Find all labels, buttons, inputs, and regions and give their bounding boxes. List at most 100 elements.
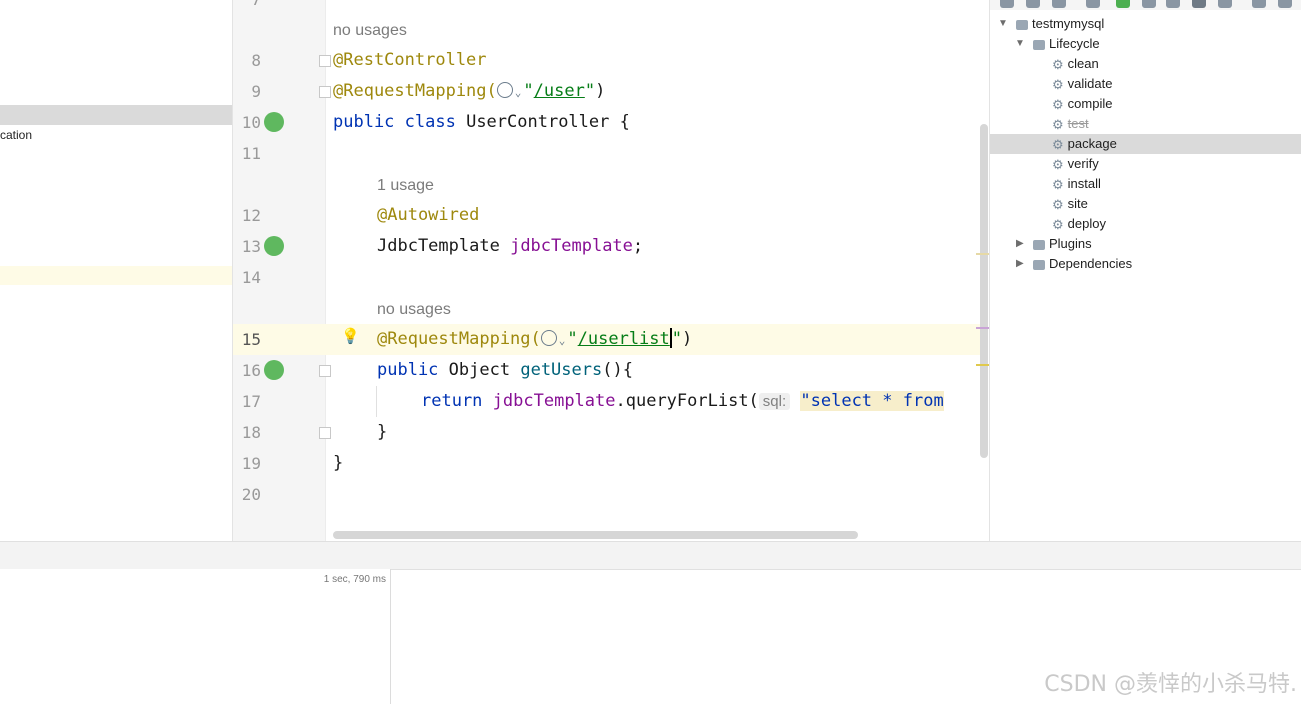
chevron-down-icon[interactable]: ▼ [1015,34,1025,54]
keyword: return [421,391,483,411]
usages-hint[interactable]: no usages [377,294,451,325]
code-line-18[interactable]: } [377,417,387,448]
add-icon[interactable] [1026,0,1040,8]
editor-horizontal-scrollbar[interactable] [333,531,858,539]
line-number: 14 [241,268,261,287]
gear-icon: ⚙ [1052,176,1064,192]
fold-marker-icon[interactable] [319,86,331,98]
lightning-icon[interactable] [1166,0,1180,8]
goal-label: test [1067,116,1089,131]
paren: ) [595,81,606,101]
code-line-19[interactable]: } [333,448,343,479]
annotation: @RequestMapping( [377,329,541,349]
quote: " [584,81,596,101]
chevron-right-icon[interactable]: ▶ [1016,254,1024,274]
reload-icon[interactable] [1000,0,1014,8]
line-number: 8 [251,51,261,70]
goal-label: package [1067,136,1117,151]
run-panel-header [0,541,1301,570]
gear-icon: ⚙ [1052,156,1064,172]
code-line-17[interactable]: return jdbcTemplate.queryForList(sql: "s… [421,386,944,417]
gear-icon: ⚙ [1052,96,1064,112]
project-tree-item[interactable]: cation [0,128,32,142]
code-line-15[interactable]: @RequestMapping(⌄ "/userlist ") [377,324,692,355]
run-icon[interactable] [1116,0,1130,8]
toggle-icon[interactable] [1142,0,1156,8]
show-dependencies-icon[interactable] [1252,0,1266,8]
goal-label: site [1067,196,1088,211]
line-number: 7 [233,0,261,15]
goal-label: install [1067,176,1101,191]
maven-selected-row[interactable] [990,134,1301,154]
chevron-right-icon[interactable]: ▶ [1016,234,1024,254]
spring-endpoint-icon[interactable] [264,360,284,380]
fold-marker-icon[interactable] [319,427,331,439]
maven-goal-compile[interactable]: ⚙ compile [1052,94,1112,114]
maven-goal-install[interactable]: ⚙ install [1052,174,1101,194]
error-stripe-marker[interactable] [976,364,989,366]
maven-goal-verify[interactable]: ⚙ verify [1052,154,1099,174]
line-number: 19 [241,454,261,473]
fold-marker-icon[interactable] [319,365,331,377]
maven-goal-validate[interactable]: ⚙ validate [1052,74,1112,94]
type-name: Object [448,360,511,380]
spring-autowired-icon[interactable] [264,236,284,256]
line-number: 9 [251,82,261,101]
method-call: .queryForList( [615,391,759,411]
line-number: 20 [241,485,261,504]
maven-plugins[interactable]: Plugins [1033,234,1092,254]
annotation: @RequestMapping( [333,81,497,101]
usages-hint[interactable]: 1 usage [377,170,434,201]
maven-project[interactable]: testmymysql [1016,14,1104,34]
type-name: JdbcTemplate [377,236,500,256]
maven-goal-clean[interactable]: ⚙ clean [1052,54,1099,74]
field-name: jdbcTemplate [510,236,633,256]
project-tree-selected-row[interactable] [0,105,232,125]
url-string: /userlist [577,329,670,349]
run-tree[interactable] [0,569,391,704]
usages-hint[interactable]: no usages [333,15,407,46]
settings-icon[interactable] [1278,0,1292,8]
lifecycle-label: Lifecycle [1049,36,1100,51]
download-icon[interactable] [1052,0,1066,8]
paren: (){ [602,360,633,380]
folder-icon [1033,239,1045,250]
url-string: /user [533,81,585,101]
quote: " [567,329,578,349]
collapse-icon[interactable] [1218,0,1232,8]
maven-lifecycle[interactable]: Lifecycle [1033,34,1100,54]
sql-string: "select * from [800,391,944,411]
chevron-down-icon[interactable]: ▼ [998,14,1008,34]
line-number: 15 [241,330,261,349]
maven-dependencies[interactable]: Dependencies [1033,254,1132,274]
code-line-12[interactable]: @Autowired [377,200,479,231]
lightbulb-icon[interactable]: 💡 [341,327,360,345]
error-stripe-marker[interactable] [976,327,989,329]
chevron-down-icon[interactable]: ⌄ [559,325,566,356]
editor-vertical-scrollbar[interactable] [980,124,988,458]
code-line-9[interactable]: @RequestMapping(⌄ "/user") [333,76,605,107]
code-line-8[interactable]: @RestController [333,45,487,76]
goal-label: clean [1067,56,1099,71]
quote: " [671,329,683,349]
maven-project-icon [1016,19,1028,30]
fold-marker-icon[interactable] [319,55,331,67]
maven-goal-deploy[interactable]: ⚙ deploy [1052,214,1106,234]
chevron-down-icon[interactable]: ⌄ [515,77,522,108]
gear-icon: ⚙ [1052,56,1064,72]
code-line-13[interactable]: JdbcTemplate jdbcTemplate; [377,231,643,262]
maven-goal-site[interactable]: ⚙ site [1052,194,1088,214]
maven-goal-test[interactable]: ⚙ test [1052,114,1089,134]
code-line-10[interactable]: public class UserController { [333,107,630,138]
gear-icon: ⚙ [1052,116,1064,132]
code-line-16[interactable]: public Object getUsers(){ [377,355,633,386]
globe-icon[interactable] [540,330,557,346]
plus-icon[interactable] [1086,0,1100,8]
globe-icon[interactable] [496,82,513,98]
skip-tests-icon[interactable] [1192,0,1206,8]
maven-goal-package[interactable]: ⚙ package [1052,134,1117,154]
line-number: 13 [241,237,261,256]
spring-bean-icon[interactable] [264,112,284,132]
plugins-label: Plugins [1049,236,1092,251]
error-stripe-marker[interactable] [976,253,989,255]
